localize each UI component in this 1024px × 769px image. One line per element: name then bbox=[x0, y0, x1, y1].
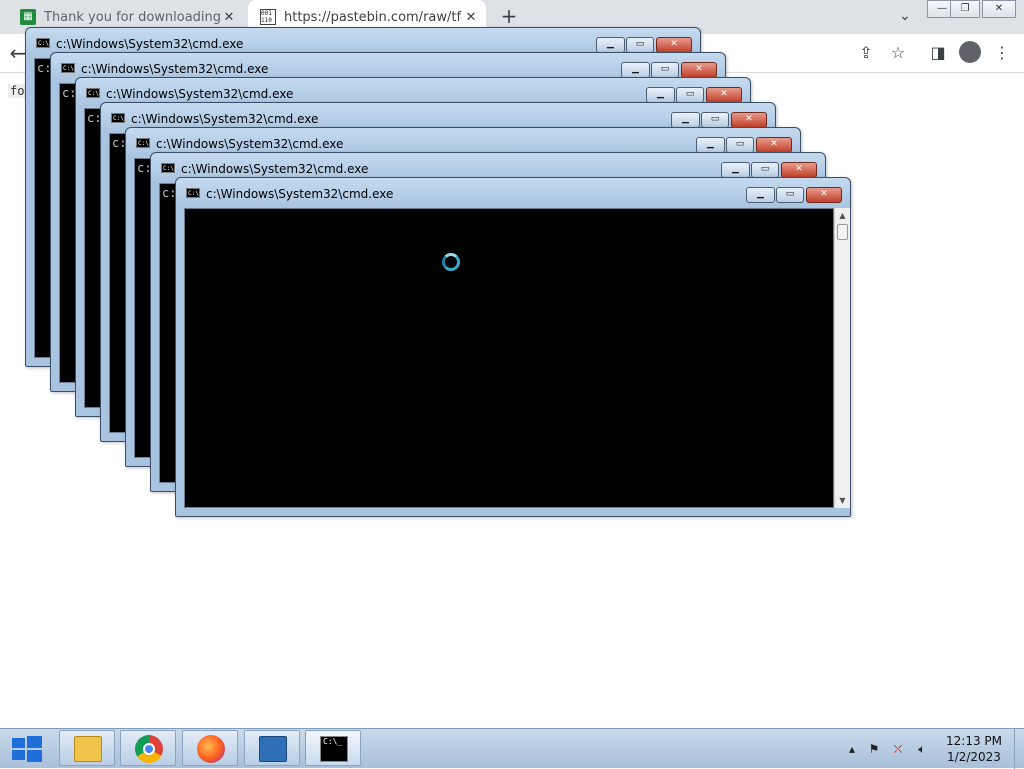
binary-file-icon: 001 110 bbox=[260, 9, 276, 25]
close-button[interactable]: ✕ bbox=[731, 112, 767, 128]
command-prompt-icon: C:\ bbox=[61, 63, 75, 73]
close-button[interactable]: ✕ bbox=[656, 37, 692, 53]
minimize-button[interactable]: ▁ bbox=[596, 37, 625, 53]
chrome-icon bbox=[135, 735, 163, 763]
minimize-button[interactable]: ▁ bbox=[621, 62, 650, 78]
maximize-button[interactable]: ▭ bbox=[651, 62, 679, 78]
tab-title: https://pastebin.com/raw/tfaNW bbox=[284, 9, 462, 25]
maximize-button[interactable]: ▭ bbox=[701, 112, 729, 128]
scroll-down-arrow-icon[interactable]: ▼ bbox=[835, 493, 850, 508]
cmd-titlebar[interactable]: C:\ c:\Windows\System32\cmd.exe ▁ ▭ ✕ bbox=[176, 178, 850, 206]
taskbar: C:\_ ▴ ⚑ ⛌ 🔈︎ 12:13 PM 1/2/2023 bbox=[0, 728, 1024, 769]
cmd-window-title: c:\Windows\System32\cmd.exe bbox=[131, 112, 319, 126]
minimize-button[interactable]: ▁ bbox=[696, 137, 725, 153]
action-center-icon[interactable]: ⚑ bbox=[866, 741, 882, 757]
taskbar-firefox[interactable] bbox=[182, 730, 238, 766]
command-prompt-icon: C:\ bbox=[86, 88, 100, 98]
tab-title: Thank you for downloading Start bbox=[44, 9, 220, 25]
command-prompt-icon: C:\_ bbox=[320, 736, 348, 762]
taskbar-network[interactable] bbox=[244, 730, 300, 766]
minimize-button[interactable]: ▁ bbox=[671, 112, 700, 128]
close-button[interactable]: ✕ bbox=[982, 0, 1016, 18]
profile-icon[interactable] bbox=[959, 41, 981, 63]
cmd-window-title: c:\Windows\System32\cmd.exe bbox=[206, 187, 394, 201]
maximize-button[interactable]: ▭ bbox=[751, 162, 779, 178]
chevron-down-icon[interactable]: ⌄ bbox=[895, 8, 915, 26]
cmd-window-title: c:\Windows\System32\cmd.exe bbox=[181, 162, 369, 176]
cmd-window-title: c:\Windows\System32\cmd.exe bbox=[81, 62, 269, 76]
file-explorer-icon bbox=[74, 736, 102, 762]
network-status-icon[interactable]: ⛌ bbox=[890, 741, 906, 757]
cmd-window-title: c:\Windows\System32\cmd.exe bbox=[156, 137, 344, 151]
taskbar-command-prompt[interactable]: C:\_ bbox=[305, 730, 361, 766]
show-hidden-icons-chevron-icon[interactable]: ▴ bbox=[844, 741, 860, 757]
taskbar-chrome[interactable] bbox=[120, 730, 176, 766]
cmd-window-title: c:\Windows\System32\cmd.exe bbox=[106, 87, 294, 101]
new-tab-button[interactable]: + bbox=[498, 6, 520, 28]
maximize-button[interactable]: ▭ bbox=[676, 87, 704, 103]
command-prompt-icon: C:\ bbox=[36, 38, 50, 48]
sidebar-icon[interactable]: ◨ bbox=[926, 41, 950, 65]
cmd-window-title: c:\Windows\System32\cmd.exe bbox=[56, 37, 244, 51]
volume-icon[interactable]: 🔈︎ bbox=[914, 741, 930, 757]
spreadsheet-icon: ▦ bbox=[20, 9, 36, 25]
close-button[interactable]: ✕ bbox=[756, 137, 792, 153]
close-button[interactable]: ✕ bbox=[806, 187, 842, 203]
cmd-window-front[interactable]: C:\ c:\Windows\System32\cmd.exe ▁ ▭ ✕ ▲ … bbox=[175, 177, 851, 517]
maximize-button[interactable]: ▭ bbox=[726, 137, 754, 153]
minimize-button[interactable]: ▁ bbox=[646, 87, 675, 103]
star-icon[interactable]: ☆ bbox=[886, 41, 910, 65]
network-icon bbox=[259, 736, 287, 762]
close-icon[interactable]: ✕ bbox=[462, 10, 480, 25]
loading-spinner-icon bbox=[442, 253, 460, 271]
scrollbar-thumb[interactable] bbox=[837, 224, 848, 240]
close-button[interactable]: ✕ bbox=[681, 62, 717, 78]
maximize-button[interactable]: ▭ bbox=[776, 187, 804, 203]
taskbar-file-explorer[interactable] bbox=[59, 730, 115, 766]
command-prompt-icon: C:\ bbox=[111, 113, 125, 123]
minimize-button[interactable]: ▁ bbox=[746, 187, 775, 203]
clock-date: 1/2/2023 bbox=[947, 750, 1001, 764]
clock-time: 12:13 PM bbox=[946, 734, 1002, 748]
restore-button[interactable]: ❐ bbox=[950, 0, 980, 18]
share-icon[interactable]: ⇪ bbox=[854, 41, 878, 65]
vertical-scrollbar[interactable]: ▲ ▼ bbox=[834, 208, 850, 508]
minimize-button[interactable]: ▁ bbox=[721, 162, 750, 178]
show-desktop-button[interactable] bbox=[1014, 729, 1024, 769]
command-prompt-icon: C:\ bbox=[161, 163, 175, 173]
maximize-button[interactable]: ▭ bbox=[626, 37, 654, 53]
close-button[interactable]: ✕ bbox=[781, 162, 817, 178]
command-prompt-icon: C:\ bbox=[136, 138, 150, 148]
console-area[interactable] bbox=[184, 208, 834, 508]
windows-start-icon[interactable] bbox=[8, 735, 44, 763]
menu-icon[interactable]: ⋮ bbox=[990, 41, 1014, 65]
system-clock[interactable]: 12:13 PM 1/2/2023 bbox=[940, 733, 1008, 765]
scroll-up-arrow-icon[interactable]: ▲ bbox=[835, 208, 850, 223]
close-icon[interactable]: ✕ bbox=[220, 10, 238, 25]
firefox-icon bbox=[197, 735, 225, 763]
command-prompt-icon: C:\ bbox=[186, 188, 200, 198]
close-button[interactable]: ✕ bbox=[706, 87, 742, 103]
